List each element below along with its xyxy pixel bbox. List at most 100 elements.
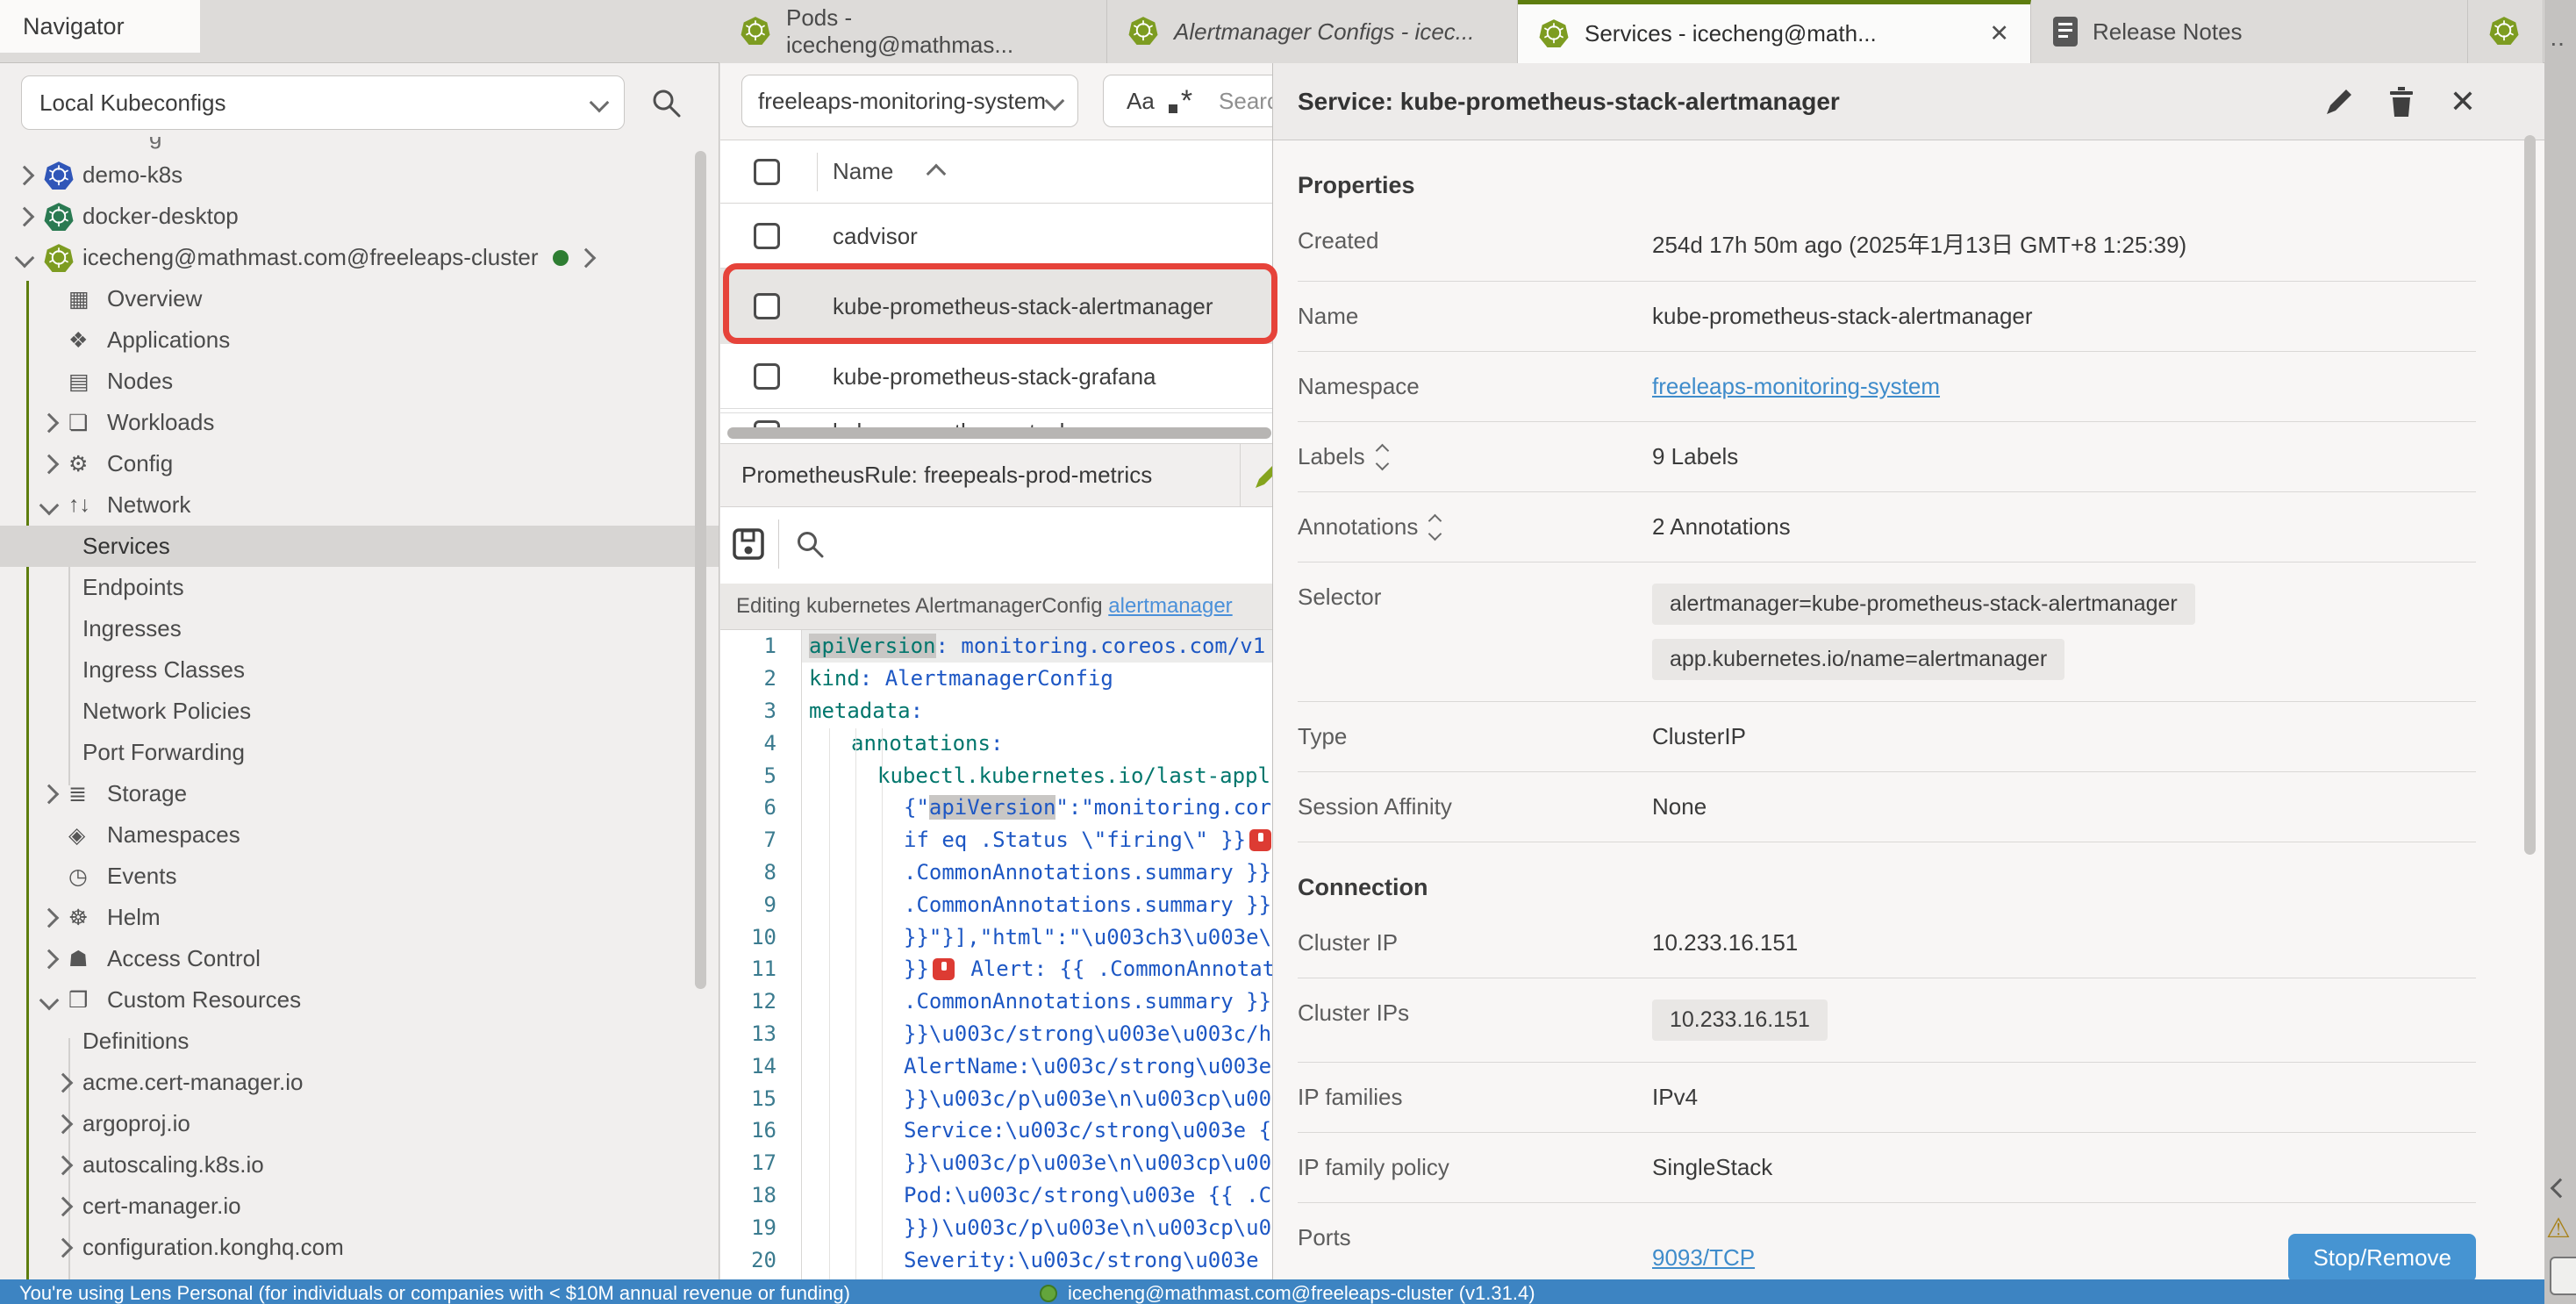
sidebar-item-icecheng-mathmast-com-freeleaps-cluster[interactable]: icecheng@mathmast.com@freeleaps-cluster: [0, 237, 719, 278]
stop-remove-button[interactable]: Stop/Remove: [2288, 1234, 2476, 1280]
delete-trash-icon[interactable]: [2388, 87, 2415, 117]
chevron-right-icon[interactable]: [18, 210, 44, 224]
row-checkbox[interactable]: [754, 363, 780, 390]
match-case-toggle[interactable]: Aa: [1127, 88, 1155, 115]
sidebar-item-port-forwarding[interactable]: Port Forwarding: [0, 732, 719, 773]
kubernetes-icon: [741, 16, 772, 47]
sidebar-scrollbar[interactable]: [695, 151, 706, 989]
namespace-link[interactable]: freeleaps-monitoring-system: [1652, 373, 1940, 399]
select-all-checkbox[interactable]: [754, 159, 780, 185]
sidebar-item-label: Definitions: [82, 1028, 189, 1055]
property-label: Type: [1298, 723, 1652, 750]
chevron-right-icon[interactable]: [42, 457, 68, 471]
sidebar-item-endpoints[interactable]: Endpoints: [0, 567, 719, 608]
code-token: monitoring.coreos.com/v1: [961, 634, 1265, 658]
chevron-right-icon[interactable]: [56, 1117, 82, 1131]
overview-icon: ▦: [68, 286, 107, 312]
chevron-right-icon[interactable]: [42, 952, 68, 966]
property-label-text: Session Affinity: [1298, 793, 1452, 820]
kubeconfig-select[interactable]: Local Kubeconfigs: [21, 75, 625, 130]
sidebar-item-storage[interactable]: ≣Storage: [0, 773, 719, 814]
save-icon[interactable]: [731, 527, 766, 562]
sidebar-item-ingresses[interactable]: Ingresses: [0, 608, 719, 649]
sidebar-item-services[interactable]: Services: [0, 526, 719, 567]
drawer-scrollbar[interactable]: [2524, 135, 2536, 855]
sidebar-item-config[interactable]: ⚙Config: [0, 443, 719, 484]
chevron-right-icon[interactable]: [42, 787, 68, 801]
search-icon[interactable]: [649, 86, 683, 119]
tab-alertmanager-configs[interactable]: Alertmanager Configs - icec...: [1107, 0, 1518, 63]
section-title-properties: Properties: [1298, 172, 2476, 199]
indent-guide: [829, 728, 830, 1279]
sidebar-item-access-control[interactable]: ☗Access Control: [0, 938, 719, 979]
sidebar-item-custom-resources[interactable]: ❒Custom Resources: [0, 979, 719, 1021]
sidebar-item-network[interactable]: ↑↓Network: [0, 484, 719, 526]
property-value: None: [1652, 793, 1707, 820]
chevron-right-icon[interactable]: [56, 1076, 82, 1090]
sidebar-item-label: icecheng@mathmast.com@freeleaps-cluster: [82, 244, 539, 271]
code-token: apiVersion: [809, 634, 936, 658]
tab-release-notes[interactable]: Release Notes: [2031, 0, 2468, 63]
cluster-tree: demo-k8sdocker-desktop icecheng@mathmast.…: [0, 154, 719, 1268]
tab-pods[interactable]: Pods - icecheng@mathmas...: [719, 0, 1107, 63]
chevron-down-icon[interactable]: [42, 498, 68, 512]
sidebar-item-definitions[interactable]: Definitions: [0, 1021, 719, 1062]
expander-icon[interactable]: [1377, 446, 1387, 469]
column-header-name[interactable]: Name: [833, 158, 893, 185]
sidebar-item-docker-desktop[interactable]: docker-desktop: [0, 196, 719, 237]
tab-close-icon[interactable]: ✕: [1973, 20, 2009, 47]
sidebar-item-workloads[interactable]: ❏Workloads: [0, 402, 719, 443]
tab-overflow-partial[interactable]: [2468, 0, 2544, 63]
chevron-down-icon[interactable]: [18, 251, 44, 265]
chevron-right-icon[interactable]: [42, 911, 68, 925]
expander-icon[interactable]: [1430, 516, 1440, 539]
sidebar-item-label: configuration.konghq.com: [82, 1234, 344, 1261]
chevron-right-icon[interactable]: [56, 1158, 82, 1172]
sidebar-item-label: cert-manager.io: [82, 1193, 241, 1220]
chevron-right-icon[interactable]: [18, 168, 44, 183]
chevron-right-icon[interactable]: [56, 1241, 82, 1255]
sidebar-item-label: Namespaces: [107, 821, 240, 849]
sidebar-item-applications[interactable]: ❖Applications: [0, 319, 719, 361]
sidebar-item-autoscaling-k8s-io[interactable]: autoscaling.k8s.io: [0, 1144, 719, 1186]
chevron-right-icon[interactable]: [56, 1200, 82, 1214]
sidebar-item-helm[interactable]: ☸Helm: [0, 897, 719, 938]
sidebar-item-cert-manager-io[interactable]: cert-manager.io: [0, 1186, 719, 1227]
sidebar-item-argoproj-io[interactable]: argoproj.io: [0, 1103, 719, 1144]
sidebar-item-overview[interactable]: ▦Overview: [0, 278, 719, 319]
divider: [1240, 444, 1241, 506]
tab-services-active[interactable]: Services - icecheng@math... ✕: [1518, 0, 2031, 63]
chevron-right-icon[interactable]: [576, 247, 596, 268]
sidebar-item-label: autoscaling.k8s.io: [82, 1151, 264, 1179]
sidebar-item-network-policies[interactable]: Network Policies: [0, 691, 719, 732]
sidebar-item-demo-k8s[interactable]: demo-k8s: [0, 154, 719, 196]
partial-button: [2550, 1257, 2576, 1295]
namespace-select[interactable]: freeleaps-monitoring-system: [741, 75, 1078, 127]
sidebar-item-configuration-konghq-com[interactable]: configuration.konghq.com: [0, 1227, 719, 1268]
breadcrumb-resource-link[interactable]: alertmanager: [1108, 594, 1232, 618]
property-label-text: Labels: [1298, 443, 1365, 470]
sidebar-item-label: Access Control: [107, 945, 261, 972]
chevron-down-icon[interactable]: [42, 993, 68, 1007]
sidebar-item-events[interactable]: ◷Events: [0, 856, 719, 897]
sidebar-item-namespaces[interactable]: ◈Namespaces: [0, 814, 719, 856]
sidebar-item-acme-cert-manager-io[interactable]: acme.cert-manager.io: [0, 1062, 719, 1103]
code-token: }}"}],"html":"\u003ch3\u003e\u: [904, 925, 1284, 949]
sort-ascending-icon[interactable]: [927, 164, 947, 184]
sidebar-item-ingress-classes[interactable]: Ingress Classes: [0, 649, 719, 691]
chevron-right-icon[interactable]: [42, 416, 68, 430]
document-icon: [2052, 16, 2079, 47]
close-icon[interactable]: ✕: [2450, 86, 2476, 118]
property-value: IPv4: [1652, 1084, 1698, 1111]
regex-toggle[interactable]: *: [1181, 84, 1192, 118]
edit-pencil-icon[interactable]: [2325, 88, 2353, 116]
horizontal-scrollbar[interactable]: [727, 427, 1271, 439]
sidebar-item-nodes[interactable]: ▤Nodes: [0, 361, 719, 402]
chevron-left-icon: [2551, 1179, 2571, 1199]
port-link[interactable]: 9093/TCP: [1652, 1244, 1755, 1272]
find-in-editor-icon[interactable]: [794, 528, 826, 560]
property-label-text: Type: [1298, 723, 1347, 750]
sidebar-item-label: Ingresses: [82, 615, 182, 642]
row-checkbox[interactable]: [754, 223, 780, 249]
code-token: }}\u003c/p\u003e\n\u003cp\u003: [904, 1150, 1284, 1175]
